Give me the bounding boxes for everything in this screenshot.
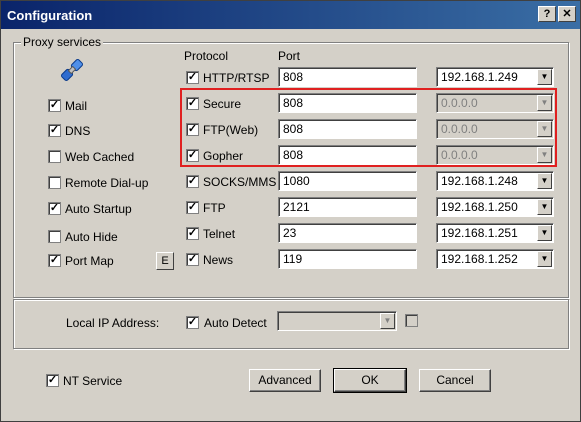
configuration-dialog: Configuration ? ✕ Proxy services Protoco… (0, 0, 581, 422)
port-input[interactable]: 119 (278, 249, 417, 269)
dns-checkbox[interactable]: ✓ (48, 124, 61, 137)
auto-hide-checkbox[interactable] (48, 230, 61, 243)
protocol-checkbox[interactable]: ✓ (186, 71, 199, 84)
port-map-edit-button[interactable]: E (156, 252, 174, 270)
close-button[interactable]: ✕ (558, 6, 576, 22)
protocol-header: Protocol (184, 49, 229, 63)
chevron-down-icon: ▼ (537, 173, 552, 189)
port-header: Port (278, 49, 301, 63)
ip-select[interactable]: 0.0.0.0 ▼ (436, 145, 554, 165)
ip-value: 192.168.1.250 (441, 200, 518, 214)
protocol-label: FTP(Web) (203, 123, 259, 137)
protocol-checkbox[interactable]: ✓ (186, 201, 199, 214)
nt-service-label: NT Service (63, 374, 123, 388)
local-ip-select[interactable]: ▼ (277, 311, 397, 331)
help-button[interactable]: ? (538, 6, 556, 22)
dns-label: DNS (65, 124, 91, 138)
web-cached-checkbox[interactable] (48, 150, 61, 163)
title-bar: Configuration ? ✕ (1, 1, 580, 29)
auto-startup-checkbox[interactable]: ✓ (48, 202, 61, 215)
protocol-label: SOCKS/MMS (203, 175, 277, 189)
proxy-services-legend: Proxy services (21, 35, 104, 49)
chevron-down-icon: ▼ (380, 313, 395, 329)
protocol-label: Secure (203, 97, 242, 111)
protocol-label: Telnet (203, 227, 236, 241)
ip-select[interactable]: 192.168.1.252 ▼ (436, 249, 554, 269)
port-input[interactable]: 808 (278, 67, 417, 87)
protocol-label: FTP (203, 201, 226, 215)
local-ip-extra-checkbox[interactable] (405, 314, 418, 327)
port-input[interactable]: 808 (278, 145, 417, 165)
port-input[interactable]: 808 (278, 93, 417, 113)
ip-value: 192.168.1.251 (441, 226, 518, 240)
protocol-label: Gopher (203, 149, 244, 163)
protocol-checkbox[interactable]: ✓ (186, 149, 199, 162)
chevron-down-icon: ▼ (537, 95, 552, 111)
mail-label: Mail (65, 99, 88, 113)
remote-dialup-label: Remote Dial-up (65, 176, 149, 190)
ok-button[interactable]: OK (333, 368, 407, 393)
protocol-checkbox[interactable]: ✓ (186, 97, 199, 110)
ip-select[interactable]: 192.168.1.248 ▼ (436, 171, 554, 191)
ip-select[interactable]: 192.168.1.251 ▼ (436, 223, 554, 243)
ip-value: 192.168.1.248 (441, 174, 518, 188)
auto-hide-label: Auto Hide (65, 230, 118, 244)
auto-detect-checkbox[interactable]: ✓ (186, 316, 199, 329)
local-ip-label: Local IP Address: (66, 316, 160, 330)
chevron-down-icon: ▼ (537, 199, 552, 215)
auto-startup-label: Auto Startup (65, 202, 132, 216)
port-input[interactable]: 1080 (278, 171, 417, 191)
cancel-button[interactable]: Cancel (419, 369, 491, 392)
chevron-down-icon: ▼ (537, 147, 552, 163)
chevron-down-icon: ▼ (537, 251, 552, 267)
port-input[interactable]: 2121 (278, 197, 417, 217)
mail-checkbox[interactable]: ✓ (48, 99, 61, 112)
ip-value: 0.0.0.0 (441, 96, 478, 110)
ip-value: 0.0.0.0 (441, 122, 478, 136)
protocol-checkbox[interactable]: ✓ (186, 123, 199, 136)
ip-select[interactable]: 0.0.0.0 ▼ (436, 119, 554, 139)
chevron-down-icon: ▼ (537, 225, 552, 241)
protocol-checkbox[interactable]: ✓ (186, 175, 199, 188)
port-input[interactable]: 23 (278, 223, 417, 243)
protocol-label: News (203, 253, 234, 267)
window-title: Configuration (7, 8, 93, 23)
chevron-down-icon: ▼ (537, 121, 552, 137)
remote-dialup-checkbox[interactable] (48, 176, 61, 189)
ip-value: 192.168.1.252 (441, 252, 518, 266)
web-cached-label: Web Cached (65, 150, 135, 164)
ip-select[interactable]: 0.0.0.0 ▼ (436, 93, 554, 113)
chevron-down-icon: ▼ (537, 69, 552, 85)
port-map-label: Port Map (65, 254, 114, 268)
protocol-checkbox[interactable]: ✓ (186, 253, 199, 266)
ip-value: 192.168.1.249 (441, 70, 518, 84)
protocol-label: HTTP/RTSP (203, 71, 270, 85)
port-input[interactable]: 808 (278, 119, 417, 139)
port-map-checkbox[interactable]: ✓ (48, 254, 61, 267)
nt-service-checkbox[interactable]: ✓ (46, 374, 59, 387)
ip-select[interactable]: 192.168.1.250 ▼ (436, 197, 554, 217)
protocol-checkbox[interactable]: ✓ (186, 227, 199, 240)
advanced-button[interactable]: Advanced (249, 369, 321, 392)
network-plug-icon (61, 59, 83, 81)
ip-select[interactable]: 192.168.1.249 ▼ (436, 67, 554, 87)
auto-detect-label: Auto Detect (204, 316, 267, 330)
ip-value: 0.0.0.0 (441, 148, 478, 162)
